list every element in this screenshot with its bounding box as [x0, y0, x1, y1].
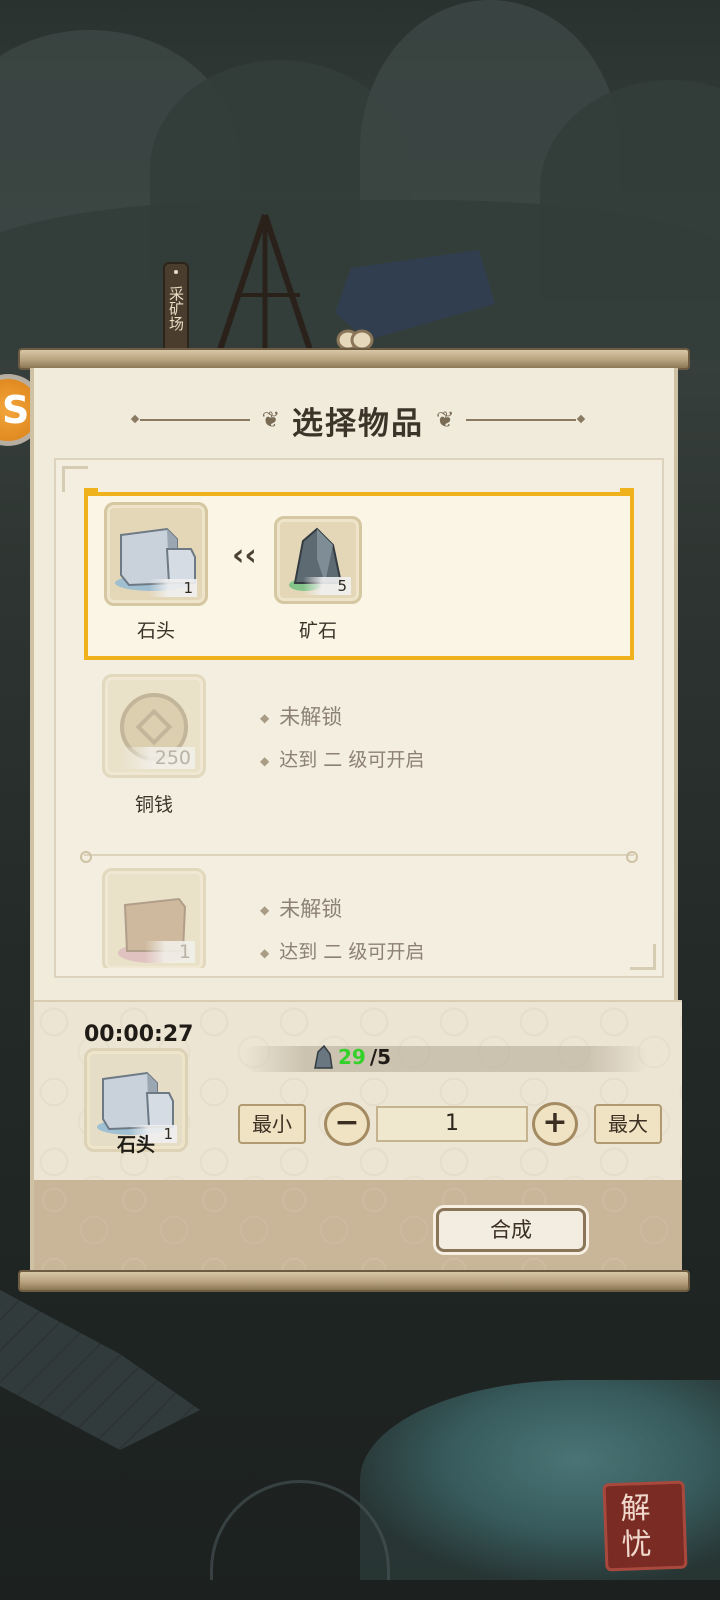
item-name: 铜钱: [134, 794, 173, 816]
diamond-bullet-icon: ◆: [260, 753, 270, 768]
ore-icon: [314, 1044, 333, 1069]
diamond-bullet-icon: ◆: [260, 711, 270, 725]
dialog-header: ❦ 选择物品 ❦: [34, 398, 682, 442]
item-slot-stone[interactable]: 1: [104, 502, 208, 606]
app-seal-logo: 解忧: [602, 1480, 688, 1572]
scroll-bottom-rod: [18, 1270, 690, 1292]
unlock-hint: 达到 二 级可开启: [279, 749, 425, 771]
requirement-count: 29/5: [312, 1044, 391, 1070]
recipe-row-block[interactable]: 1 ◆ 未解锁 ◆ 达到 二 级可开启: [84, 868, 634, 968]
recipe-list[interactable]: 1 石头 ‹‹ 5 矿石 250 铜钱 ◆ 未解锁 ◆ 达到 二 级可开启 1 …: [54, 458, 664, 978]
minus-button[interactable]: −: [324, 1102, 370, 1146]
lock-status: 未解锁: [279, 705, 343, 729]
max-button[interactable]: 最大: [594, 1104, 662, 1144]
recipe-row-stone[interactable]: 1 石头 ‹‹ 5 矿石: [84, 488, 634, 660]
item-slot-block[interactable]: 1: [102, 868, 206, 968]
requirement-have: 29: [338, 1045, 366, 1069]
item-name: 石头: [136, 620, 175, 642]
select-item-dialog: ❦ 选择物品 ❦ 1 石头 ‹‹ 5 矿石 250 铜钱 ◆ 未解锁 ◆ 达到 …: [30, 368, 682, 1272]
craft-button[interactable]: 合成: [436, 1208, 586, 1252]
coin-icon: S: [2, 388, 30, 432]
craft-panel: 00:00:27 1 石头 29/5 最小 − 1 + 最大: [34, 1000, 682, 1180]
seal-text: 解忧: [619, 1490, 653, 1563]
min-button[interactable]: 最小: [238, 1104, 306, 1144]
requirement-bar: [244, 1046, 648, 1072]
diamond-bullet-icon: ◆: [260, 945, 270, 960]
quantity-input[interactable]: 1: [376, 1106, 528, 1142]
diamond-bullet-icon: ◆: [260, 903, 270, 917]
item-name: 矿石: [298, 620, 337, 642]
mine-location-sign[interactable]: 采矿场: [163, 262, 189, 354]
item-count: 250: [120, 747, 195, 769]
recipe-row-copper-coin[interactable]: 250 铜钱 ◆ 未解锁 ◆ 达到 二 级可开启: [84, 674, 634, 842]
dialog-title: 选择物品: [292, 405, 424, 442]
item-slot-copper-coin[interactable]: 250: [102, 674, 206, 778]
plus-button[interactable]: +: [532, 1102, 578, 1146]
item-count: 1: [149, 579, 197, 597]
mine-sign-label: 采矿场: [167, 286, 185, 331]
lock-info: ◆ 未解锁 ◆ 达到 二 级可开启: [260, 696, 424, 782]
lock-info: ◆ 未解锁 ◆ 达到 二 级可开启: [260, 888, 424, 968]
arrow-left-icon: ‹‹: [232, 538, 257, 573]
scroll-top-rod: [18, 348, 690, 370]
requirement-need: /5: [369, 1045, 392, 1069]
title-curl-left-icon: ❦: [261, 407, 280, 433]
item-count: 1: [144, 941, 195, 963]
title-curl-right-icon: ❦: [436, 407, 455, 433]
item-count: 5: [303, 577, 351, 595]
item-slot-ore[interactable]: 5: [274, 516, 362, 604]
dialog-footer: 合成: [34, 1180, 682, 1272]
mine-tower-icon: [217, 214, 313, 351]
craft-item-name: 石头: [116, 1134, 155, 1156]
title-ornament-left: [139, 419, 250, 421]
unlock-hint: 达到 二 级可开启: [279, 941, 425, 963]
lock-status: 未解锁: [279, 897, 343, 921]
craft-timer: 00:00:27: [84, 1022, 194, 1047]
title-ornament-right: [466, 419, 577, 421]
row-divider: [80, 851, 638, 863]
